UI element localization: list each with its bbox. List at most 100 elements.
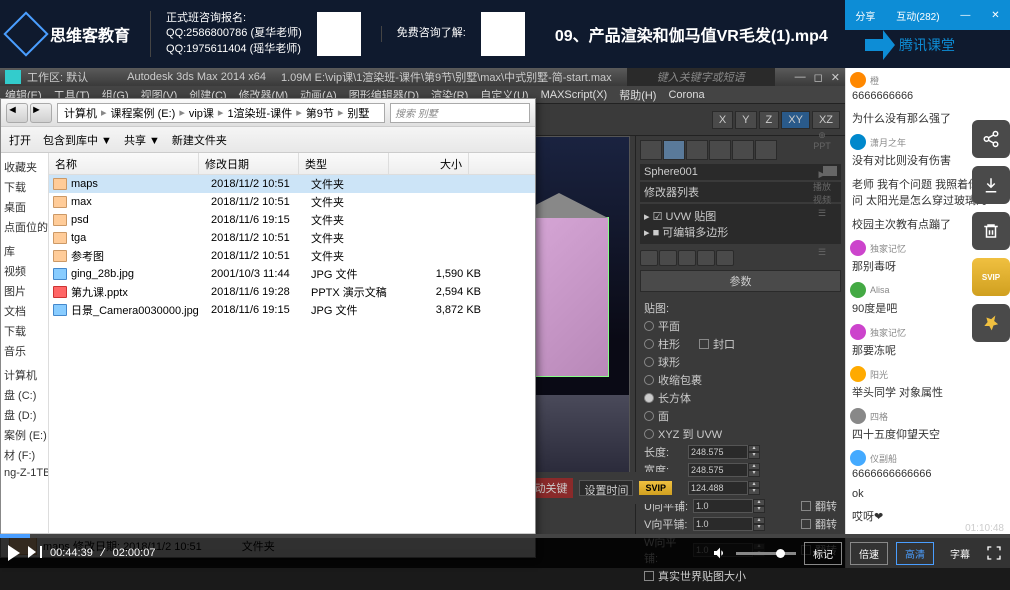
breadcrumb-item[interactable]: 课程案例 (E:) [109,105,178,121]
tree-item[interactable]: 计算机 [3,365,46,385]
modifier-uvw[interactable]: ▸ ☑ UVW 贴图 [644,208,837,224]
tree-item[interactable]: 盘 (D:) [3,405,46,425]
side-icon[interactable]: ☰ [810,208,834,232]
tree-item[interactable]: 收藏夹 [3,157,46,177]
subtitle-button[interactable]: 字幕 [942,543,978,564]
next-button[interactable] [28,546,42,560]
side-icon[interactable]: ⊕PPT [810,130,834,154]
tree-item[interactable]: 下载 [3,321,46,341]
utilities-tab[interactable] [755,140,777,160]
volume-slider[interactable] [736,552,796,555]
tree-item[interactable]: 案例 (E:) [3,425,46,445]
radio-face[interactable] [644,411,654,421]
tree-item[interactable]: 桌面 [3,197,46,217]
stack-button[interactable] [678,250,696,266]
radio-spherical[interactable] [644,357,654,367]
breadcrumb-item[interactable]: vip课 [187,105,216,121]
realworld-checkbox[interactable] [644,571,654,581]
col-type[interactable]: 类型 [299,153,389,174]
axis-xy[interactable]: XY [781,111,810,129]
tree-item[interactable]: 盘 (C:) [3,385,46,405]
forward-button[interactable]: ► [30,103,52,123]
file-row[interactable]: 日景_Camera0030000.jpg2018/11/6 19:15JPG 文… [49,301,535,319]
explorer-search[interactable]: 搜索 别墅 [390,103,530,123]
toolbar-item[interactable]: 包含到库中 ▼ [43,132,112,148]
modify-tab[interactable] [663,140,685,160]
share-icon[interactable] [972,120,1010,158]
file-row[interactable]: 第九课.pptx2018/11/6 19:28PPTX 演示文稿2,594 KB [49,283,535,301]
file-row[interactable]: maps2018/11/2 10:51文件夹 [49,175,535,193]
tree-item[interactable]: ng-Z-1TB (F:) [3,465,46,481]
breadcrumb-item[interactable]: 第9节 [304,105,336,121]
toolbar-item[interactable]: 新建文件夹 [172,132,227,148]
speed-button[interactable]: 倍速 [850,542,888,565]
discuss-tab[interactable]: 互动(282) [896,8,939,23]
params-rollout[interactable]: 参数 [640,270,841,292]
max-search[interactable]: 键入关键字或短语 [627,68,775,86]
utile-input[interactable] [693,499,753,513]
stack-button[interactable] [697,250,715,266]
play-button[interactable] [8,545,20,561]
fullscreen-icon[interactable] [986,545,1002,561]
stack-button[interactable] [659,250,677,266]
back-button[interactable]: ◄ [6,103,28,123]
file-row[interactable]: ging_28b.jpg2001/10/3 11:44JPG 文件1,590 K… [49,265,535,283]
col-name[interactable]: 名称 [49,153,199,174]
modifier-editpoly[interactable]: ▸ ■ 可编辑多边形 [644,224,837,240]
file-row[interactable]: max2018/11/2 10:51文件夹 [49,193,535,211]
axis-y[interactable]: Y [735,111,756,129]
vtile-input[interactable] [693,517,753,531]
create-tab[interactable] [640,140,662,160]
stack-button[interactable] [640,250,658,266]
radio-xyz[interactable] [644,429,654,439]
max-close-icon[interactable]: ✕ [831,71,840,84]
setkey-button[interactable]: 设置时间 [579,480,633,496]
pin-icon[interactable] [972,304,1010,342]
download-icon[interactable] [972,166,1010,204]
axis-z[interactable]: Z [759,111,780,129]
width-input[interactable] [688,463,748,477]
tree-item[interactable]: 库 [3,241,46,261]
mark-button[interactable]: 标记 [804,542,842,565]
tree-item[interactable]: 点面位的位置 [3,217,46,237]
axis-x[interactable]: X [712,111,733,129]
file-row[interactable]: 参考图2018/11/2 10:51文件夹 [49,247,535,265]
share-button[interactable]: 分享 [855,8,875,23]
breadcrumb-item[interactable]: 1渲染班-课件 [225,105,294,121]
close-icon[interactable]: ✕ [991,10,999,21]
file-row[interactable]: psd2018/11/6 19:15文件夹 [49,211,535,229]
menu-item[interactable]: 帮助(H) [619,87,656,103]
col-date[interactable]: 修改日期 [199,153,299,174]
radio-cylindrical[interactable] [644,339,654,349]
col-size[interactable]: 大小 [389,153,469,174]
tree-item[interactable]: 下载 [3,177,46,197]
radio-shrink[interactable] [644,375,654,385]
length-input[interactable] [688,445,748,459]
tree-item[interactable]: 音乐 [3,341,46,361]
menu-item[interactable]: MAXScript(X) [541,89,608,101]
delete-icon[interactable] [972,212,1010,250]
spin-down[interactable]: ▾ [748,452,760,459]
volume-icon[interactable] [712,545,728,561]
display-tab[interactable] [732,140,754,160]
radio-planar[interactable] [644,321,654,331]
breadcrumb-item[interactable]: 计算机 [62,105,99,121]
height-input[interactable] [688,481,748,495]
toolbar-item[interactable]: 打开 [9,132,31,148]
tree-item[interactable]: 文档 [3,301,46,321]
axis-xz[interactable]: XZ [812,111,840,129]
side-icon[interactable]: ▶播放视频 [810,169,834,193]
tree-item[interactable]: 视频 [3,261,46,281]
cap-checkbox[interactable] [699,339,709,349]
svip-badge[interactable]: SVIP [972,258,1010,296]
menu-item[interactable]: Corona [668,89,704,101]
tree-item[interactable]: 材 (F:) [3,445,46,465]
file-row[interactable]: tga2018/11/2 10:51文件夹 [49,229,535,247]
max-maximize-icon[interactable]: ◻ [814,71,823,84]
minimize-icon[interactable]: — [960,10,970,21]
stack-button[interactable] [716,250,734,266]
max-minimize-icon[interactable]: — [795,71,806,83]
motion-tab[interactable] [709,140,731,160]
hierarchy-tab[interactable] [686,140,708,160]
side-icon[interactable]: ☰ [810,247,834,271]
